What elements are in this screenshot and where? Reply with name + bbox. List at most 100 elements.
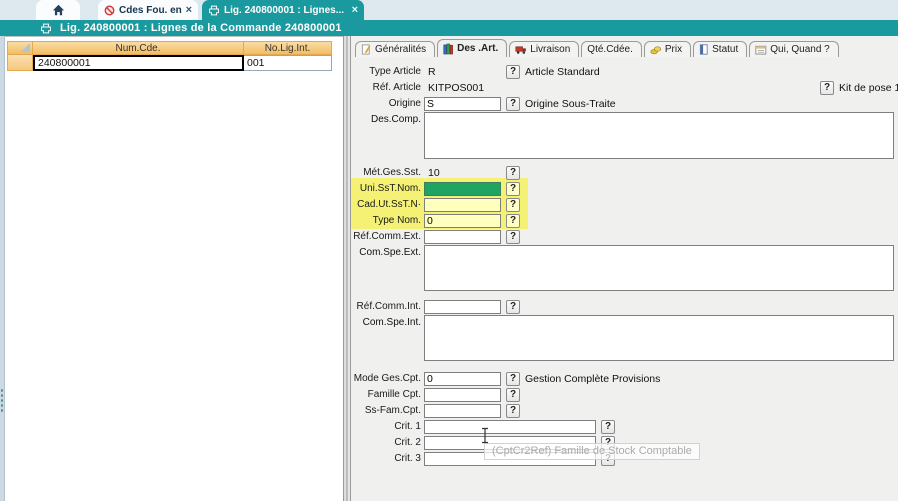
help-button-crit-1[interactable]: ? [601, 420, 615, 434]
tab-generalites[interactable]: Généralités [355, 41, 435, 57]
origine-field[interactable] [424, 97, 501, 111]
browser-tab-bar: Cdes Fou. en Cours : Co... × Lig. 240800… [0, 0, 898, 20]
form-row-type-article: Type Article R ? Article Standard [351, 64, 898, 79]
form-row-met-ges-sst: Mét.Ges.Sst. 10 ? [351, 165, 898, 180]
order-lines-grid: Num.Cde. No.Lig.Int. 240800001 001 [7, 41, 332, 71]
help-button-uni-sst-nom[interactable]: ? [506, 182, 520, 196]
help-button-ref-comm-ext[interactable]: ? [506, 230, 520, 244]
detail-tab-strip: Généralités Des .Art. Livraison Qté.Cdée… [355, 39, 839, 57]
tab-label: Des .Art. [457, 43, 498, 54]
printer-icon[interactable] [40, 23, 52, 34]
field-label: Mode Ges.Cpt. [351, 373, 421, 384]
form-row-cad-ut-sst-n: Cad.Ut.SsT.N· ? [351, 197, 898, 212]
type-article-value: R [424, 66, 501, 78]
column-header-num-cde[interactable]: Num.Cde. [33, 41, 244, 55]
tab-prix[interactable]: Prix [644, 41, 691, 57]
form-row-origine: Origine ? Origine Sous-Traite [351, 96, 898, 111]
page-status-icon [699, 44, 709, 55]
field-label: Origine [351, 98, 421, 109]
field-label: Type Article [351, 66, 421, 77]
uni-sst-nom-field[interactable] [424, 182, 501, 196]
help-button-type-article[interactable]: ? [506, 65, 520, 79]
close-tab-icon[interactable]: × [352, 5, 358, 15]
order-lines-panel: Num.Cde. No.Lig.Int. 240800001 001 [5, 36, 343, 501]
no-entry-icon [104, 5, 115, 16]
help-button-ref-article[interactable]: ? [820, 81, 834, 95]
form-row-ref-comm-int: Réf.Comm.Int. ? [351, 299, 898, 314]
panel-splitter[interactable] [343, 36, 351, 501]
help-button-ref-comm-int[interactable]: ? [506, 300, 520, 314]
field-label: Com.Spe.Int. [351, 317, 421, 328]
grid-header-row: Num.Cde. No.Lig.Int. [7, 41, 332, 55]
crit-1-field[interactable] [424, 420, 596, 434]
des-comp-textarea[interactable] [424, 112, 894, 159]
type-article-description: Article Standard [525, 66, 600, 78]
help-button-cad-ut-sst-n[interactable]: ? [506, 198, 520, 212]
document-title-bar: Lig. 240800001 : Lignes de la Commande 2… [0, 20, 898, 36]
field-label: Com.Spe.Ext. [351, 247, 421, 258]
mode-ges-cpt-description: Gestion Complète Provisions [525, 373, 660, 385]
tab-des-art[interactable]: Des .Art. [437, 39, 507, 57]
tab-lig-240800001[interactable]: Lig. 240800001 : Lignes... × [202, 0, 364, 20]
com-spe-int-textarea[interactable] [424, 315, 894, 361]
field-label: Crit. 3 [351, 453, 421, 464]
help-button-type-nom[interactable]: ? [506, 214, 520, 228]
home-icon [52, 4, 65, 16]
cad-ut-sst-n-field[interactable] [424, 198, 501, 212]
tab-label: Qté.Cdée. [587, 44, 633, 55]
form-row-ref-article: Réf. Article KITPOS001 ? Kit de pose 1 [351, 80, 898, 95]
met-ges-sst-value: 10 [424, 167, 501, 179]
tab-label: Généralités [375, 44, 426, 55]
tab-livraison[interactable]: Livraison [509, 41, 579, 57]
field-label: Réf.Comm.Ext. [351, 231, 421, 242]
field-label: Type Nom. [351, 215, 421, 226]
tab-label: Livraison [530, 44, 570, 55]
column-header-no-lig-int[interactable]: No.Lig.Int. [244, 41, 332, 55]
field-tooltip: (CptCr2Ref) Famille de Stock Comptable [484, 443, 700, 460]
help-button-famille-cpt[interactable]: ? [506, 388, 520, 402]
field-label: Famille Cpt. [351, 389, 421, 400]
help-button-ss-fam-cpt[interactable]: ? [506, 404, 520, 418]
tab-cdes-fou[interactable]: Cdes Fou. en Cours : Co... × [98, 0, 198, 20]
form-row-uni-sst-nom: Uni.SsT.Nom. ? [351, 181, 898, 196]
famille-cpt-field[interactable] [424, 388, 501, 402]
tab-label: Cdes Fou. en Cours : Co... [119, 5, 182, 16]
select-all-triangle-icon [21, 43, 30, 52]
printer-icon [208, 5, 220, 16]
text-cursor [480, 427, 490, 447]
tab-label: Qui, Quand ? [770, 44, 829, 55]
ref-article-value: KITPOS001 [424, 82, 501, 94]
coins-icon [650, 45, 662, 55]
home-tab[interactable] [36, 0, 80, 20]
truck-icon [515, 44, 527, 55]
form-row-ss-fam-cpt: Ss-Fam.Cpt. ? [351, 403, 898, 418]
field-label: Réf.Comm.Int. [351, 301, 421, 312]
tab-qui-quand[interactable]: Qui, Quand ? [749, 41, 838, 57]
ss-fam-cpt-field[interactable] [424, 404, 501, 418]
type-nom-field[interactable] [424, 214, 501, 228]
note-icon [361, 44, 372, 55]
cell-num-cde-selected[interactable]: 240800001 [33, 55, 244, 71]
help-button-met-ges-sst[interactable]: ? [506, 166, 520, 180]
form-row-famille-cpt: Famille Cpt. ? [351, 387, 898, 402]
field-label: Ss-Fam.Cpt. [351, 405, 421, 416]
tab-label: Lig. 240800001 : Lignes... [224, 5, 348, 16]
field-label: Mét.Ges.Sst. [351, 167, 421, 178]
close-tab-icon[interactable]: × [186, 5, 192, 15]
cell-no-lig-int[interactable]: 001 [244, 55, 332, 71]
table-row: 240800001 001 [7, 55, 332, 71]
mode-ges-cpt-field[interactable] [424, 372, 501, 386]
com-spe-ext-textarea[interactable] [424, 245, 894, 291]
ref-comm-int-field[interactable] [424, 300, 501, 314]
help-button-origine[interactable]: ? [506, 97, 520, 111]
tab-statut[interactable]: Statut [693, 41, 747, 57]
line-detail-panel: Généralités Des .Art. Livraison Qté.Cdée… [351, 36, 898, 501]
ref-article-right-group: ? Kit de pose 1 [820, 80, 898, 95]
field-label: Crit. 2 [351, 437, 421, 448]
grid-corner-selector[interactable] [7, 41, 33, 55]
help-button-mode-ges-cpt[interactable]: ? [506, 372, 520, 386]
tab-qte-cdee[interactable]: Qté.Cdée. [581, 41, 642, 57]
ref-comm-ext-field[interactable] [424, 230, 501, 244]
document-title: Lig. 240800001 : Lignes de la Commande 2… [60, 22, 342, 34]
row-selector-cell[interactable] [7, 55, 33, 71]
